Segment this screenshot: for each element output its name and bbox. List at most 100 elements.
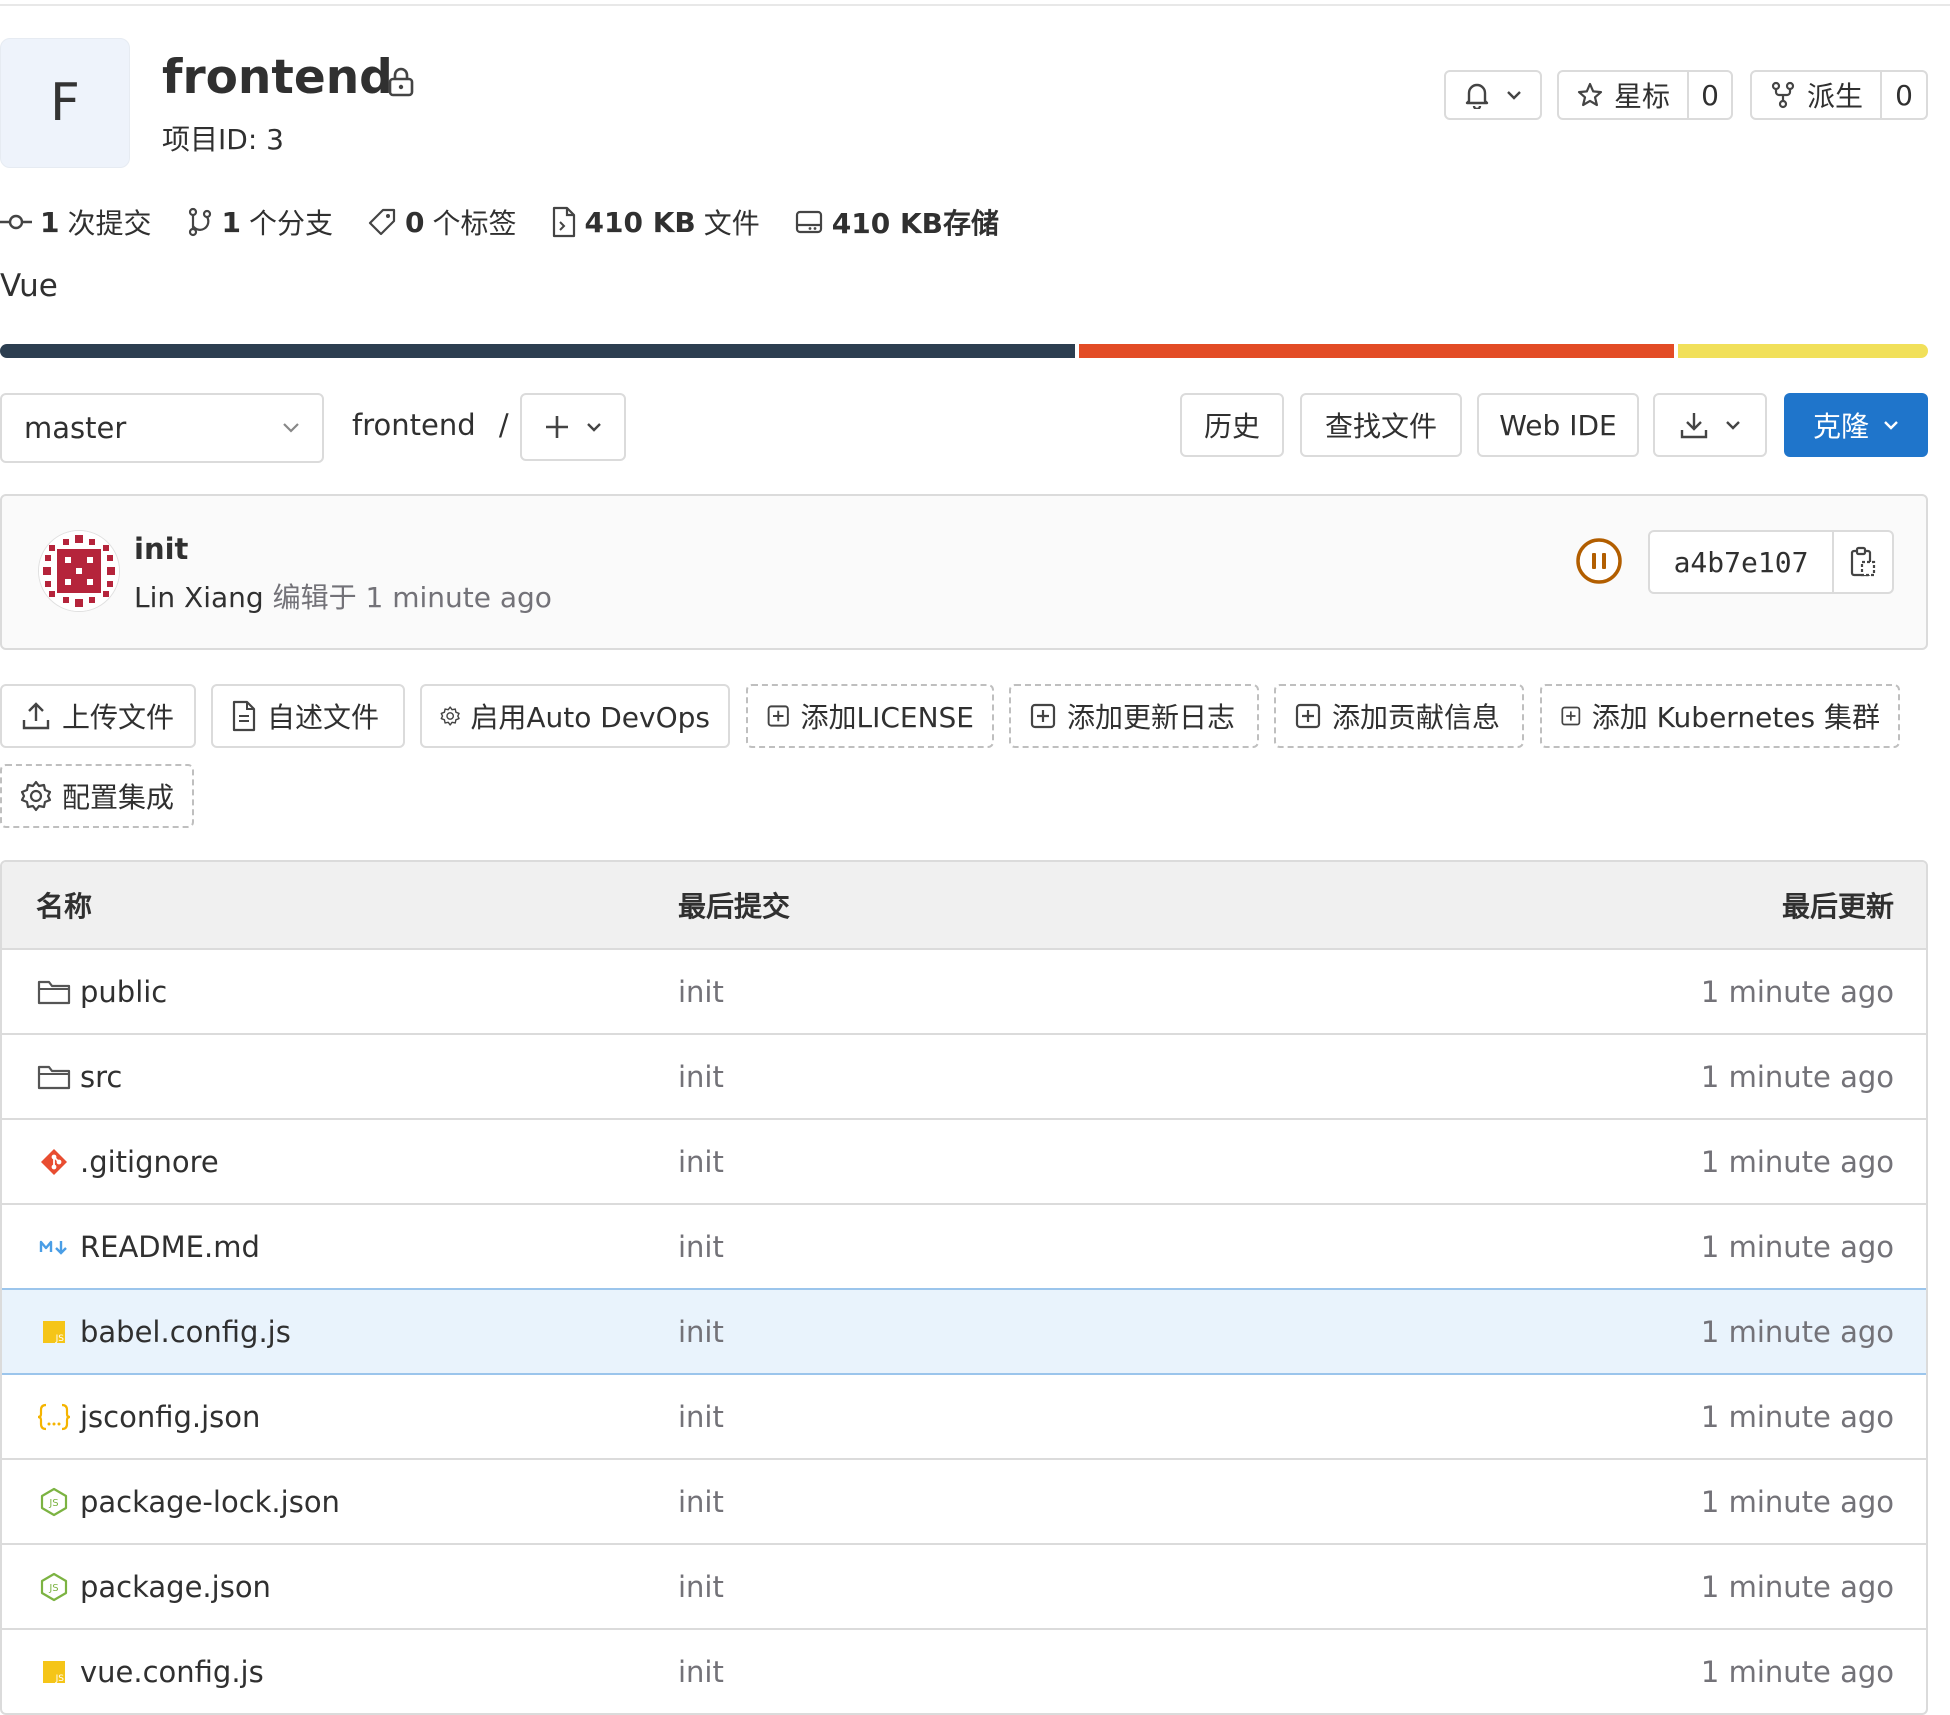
svg-text:JS: JS [55, 1674, 65, 1684]
find-file-button[interactable]: 查找文件 [1300, 393, 1462, 457]
row-updated: 1 minute ago [1700, 1569, 1894, 1604]
star-button[interactable]: 星标 0 [1557, 70, 1733, 120]
add-kubernetes-cluster-button[interactable]: 添加 Kubernetes 集群 [1540, 684, 1900, 748]
notification-dropdown[interactable] [1444, 70, 1542, 120]
table-row[interactable]: JS vue.config.js init 1 minute ago [2, 1630, 1926, 1713]
file-name[interactable]: package.json [80, 1570, 271, 1604]
table-row[interactable]: JS package.json init 1 minute ago [2, 1545, 1926, 1630]
file-name[interactable]: package-lock.json [80, 1485, 340, 1519]
fork-button[interactable]: 派生 0 [1750, 70, 1928, 120]
file-icon [552, 206, 575, 238]
tags-count: 0 [405, 205, 425, 239]
project-stats: 1 次提交 1 个分支 0 个标签 410 KB 文件 410 KB存储 [0, 202, 1041, 242]
table-header: 名称 最后提交 最后更新 [2, 862, 1926, 950]
gear-icon [440, 706, 460, 726]
add-contributing-button[interactable]: 添加贡献信息 [1274, 684, 1524, 748]
table-row[interactable]: src init 1 minute ago [2, 1035, 1926, 1120]
commit-author[interactable]: Lin Xiang [134, 581, 264, 614]
add-changelog-button[interactable]: 添加更新日志 [1009, 684, 1259, 748]
file-name[interactable]: vue.config.js [80, 1655, 264, 1689]
row-commit[interactable]: init [678, 1570, 724, 1604]
add-to-tree-dropdown[interactable] [520, 393, 626, 461]
nodejs-icon: JS [36, 1569, 72, 1605]
commits-stat[interactable]: 1 次提交 [0, 202, 152, 242]
web-ide-button[interactable]: Web IDE [1477, 393, 1639, 457]
lock-icon [388, 67, 414, 97]
star-count[interactable]: 0 [1687, 72, 1731, 118]
upload-file-button[interactable]: 上传文件 [0, 684, 196, 748]
svg-text:JS: JS [55, 1334, 65, 1344]
project-avatar[interactable]: F [0, 38, 130, 168]
row-commit[interactable]: init [678, 1060, 724, 1094]
copy-icon [1850, 546, 1876, 577]
fork-icon [1771, 81, 1795, 109]
language-segment[interactable] [1674, 344, 1928, 358]
file-icon [232, 700, 256, 732]
auto-devops-label: 启用Auto DevOps [470, 701, 710, 734]
author-avatar[interactable] [38, 530, 120, 612]
language-segment[interactable] [0, 344, 1076, 358]
branch-selector[interactable]: master [0, 393, 324, 463]
file-name[interactable]: babel.config.js [80, 1315, 291, 1349]
folder-icon [36, 974, 72, 1010]
repository-language-bar[interactable] [0, 344, 1928, 358]
chevron-down-icon [283, 423, 299, 433]
git-icon [36, 1144, 72, 1180]
storage-value: 410 KB存储 [831, 207, 999, 240]
bell-icon [1465, 83, 1489, 109]
copy-sha-button[interactable] [1832, 532, 1892, 592]
table-row[interactable]: .gitignore init 1 minute ago [2, 1120, 1926, 1205]
history-button[interactable]: 历史 [1180, 393, 1284, 457]
row-commit[interactable]: init [678, 1230, 724, 1264]
file-name[interactable]: README.md [80, 1230, 260, 1264]
enable-auto-devops-button[interactable]: 启用Auto DevOps [420, 684, 730, 748]
row-commit[interactable]: init [678, 1485, 724, 1519]
table-row[interactable]: public init 1 minute ago [2, 950, 1926, 1035]
table-row[interactable]: jsconfig.json init 1 minute ago [2, 1375, 1926, 1460]
row-updated: 1 minute ago [1700, 1144, 1894, 1179]
configure-integrations-button[interactable]: 配置集成 [0, 764, 194, 828]
row-commit[interactable]: init [678, 1315, 724, 1349]
table-row[interactable]: README.md init 1 minute ago [2, 1205, 1926, 1290]
star-icon [1577, 82, 1603, 107]
files-stat[interactable]: 410 KB 文件 [551, 202, 760, 242]
readme-button[interactable]: 自述文件 [211, 684, 405, 748]
breadcrumb-project[interactable]: frontend [352, 408, 476, 442]
commit-title[interactable]: init [134, 532, 188, 566]
star-label: 星标 [1613, 80, 1670, 113]
last-commit-box: init Lin Xiang 编辑于 1 minute ago a4b7e107 [0, 494, 1928, 650]
plus-icon [546, 416, 568, 438]
file-name[interactable]: jsconfig.json [80, 1400, 260, 1434]
plus-square-icon [1030, 703, 1056, 729]
row-commit[interactable]: init [678, 975, 724, 1009]
svg-text:JS: JS [48, 1583, 58, 1594]
table-row[interactable]: JS babel.config.js init 1 minute ago [2, 1288, 1926, 1375]
file-name[interactable]: src [80, 1060, 122, 1094]
file-name[interactable]: .gitignore [80, 1145, 219, 1179]
tags-stat[interactable]: 0 个标签 [367, 202, 517, 242]
add-license-button[interactable]: 添加LICENSE [746, 684, 994, 748]
row-commit[interactable]: init [678, 1145, 724, 1179]
language-segment[interactable] [1075, 344, 1675, 358]
json-icon [36, 1399, 72, 1435]
row-updated: 1 minute ago [1700, 1399, 1894, 1434]
branches-stat[interactable]: 1 个分支 [186, 202, 333, 242]
commit-meta: Lin Xiang 编辑于 1 minute ago [134, 576, 552, 616]
js-icon: JS [36, 1654, 72, 1690]
plus-square-icon [1295, 703, 1321, 729]
file-name[interactable]: public [80, 975, 167, 1009]
project-description: Vue [0, 268, 58, 304]
branch-icon [188, 207, 211, 237]
commit-sha[interactable]: a4b7e107 [1650, 532, 1832, 592]
commits-count: 1 [40, 205, 60, 239]
clone-dropdown[interactable]: 克隆 [1784, 393, 1928, 457]
download-dropdown[interactable] [1653, 393, 1767, 457]
table-row[interactable]: JS package-lock.json init 1 minute ago [2, 1460, 1926, 1545]
row-commit[interactable]: init [678, 1655, 724, 1689]
row-commit[interactable]: init [678, 1400, 724, 1434]
header-last-update: 最后更新 [1781, 890, 1894, 923]
project-title[interactable]: frontend [162, 48, 393, 108]
fork-count[interactable]: 0 [1880, 72, 1926, 118]
pipeline-paused-icon[interactable] [1574, 536, 1624, 586]
chevron-down-icon [587, 423, 601, 432]
